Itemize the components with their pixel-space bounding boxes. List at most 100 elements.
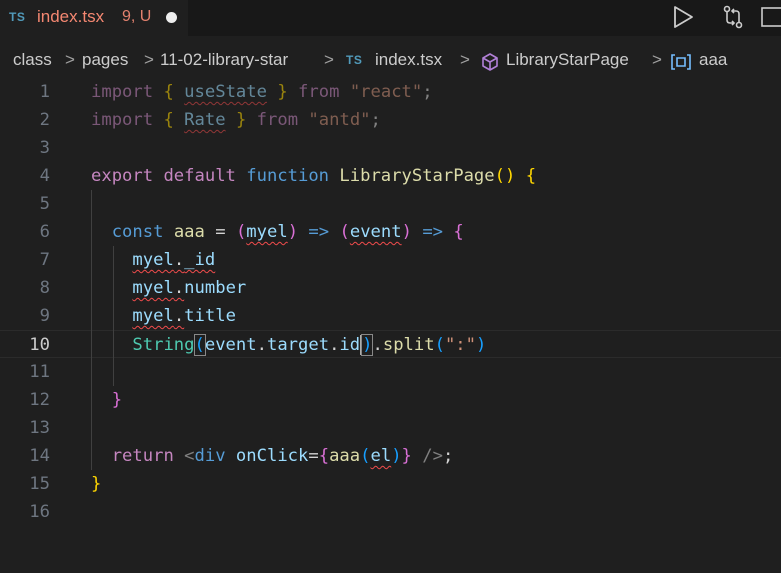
code-token: id	[339, 335, 361, 355]
code-line[interactable]: 14 return <div onClick={aaa(el)} />;	[0, 442, 781, 470]
code-line[interactable]: 3	[0, 134, 781, 162]
code-token: }	[235, 110, 247, 130]
code-token: (	[193, 334, 206, 356]
line-number[interactable]: 13	[0, 414, 50, 442]
code-token: split	[382, 335, 435, 355]
code-line[interactable]: 10 String(event.target.id).split(":")	[0, 330, 781, 358]
run-button[interactable]	[670, 4, 696, 30]
breadcrumb-separator: >	[65, 50, 75, 69]
breadcrumb-item-function[interactable]: LibraryStarPage	[506, 50, 629, 70]
breadcrumb-item-file[interactable]: index.tsx	[375, 50, 442, 70]
line-number[interactable]: 10	[0, 331, 50, 359]
code-token: {	[163, 82, 174, 102]
code-text[interactable]: const aaa = (myel) => (event) => {	[91, 218, 464, 246]
line-number[interactable]: 11	[0, 358, 50, 386]
line-number[interactable]: 1	[0, 78, 50, 106]
code-token: event	[204, 335, 257, 355]
code-token: event	[349, 222, 402, 242]
code-line[interactable]: 9 myel.title	[0, 302, 781, 330]
line-number[interactable]: 2	[0, 106, 50, 134]
code-line[interactable]: 8 myel.number	[0, 274, 781, 302]
line-number[interactable]: 7	[0, 246, 50, 274]
code-token: aaa	[173, 222, 205, 242]
code-line[interactable]: 6 const aaa = (myel) => (event) => {	[0, 218, 781, 246]
typescript-file-icon: TS	[9, 10, 26, 24]
code-token: }	[401, 446, 412, 466]
code-token: =	[308, 446, 319, 466]
code-token: return	[111, 446, 174, 466]
code-line[interactable]: 11	[0, 358, 781, 386]
code-text[interactable]: }	[91, 386, 122, 414]
code-text[interactable]: import { Rate } from "antd";	[91, 106, 381, 134]
code-text[interactable]: String(event.target.id).split(":")	[91, 331, 486, 359]
breadcrumb-separator: >	[460, 50, 470, 69]
line-number[interactable]: 15	[0, 470, 50, 498]
line-number[interactable]: 5	[0, 190, 50, 218]
line-number[interactable]: 9	[0, 302, 50, 330]
code-token: ":"	[444, 335, 476, 355]
code-text[interactable]: export default function LibraryStarPage(…	[91, 162, 536, 190]
code-token: .	[256, 335, 267, 355]
code-line[interactable]: 1 import { useState } from "react";	[0, 78, 781, 106]
code-token: div	[194, 446, 226, 466]
indent-guide	[113, 246, 114, 386]
breadcrumb-separator: >	[324, 50, 334, 69]
breadcrumb-item-pages[interactable]: pages	[82, 50, 128, 70]
code-line[interactable]: 15}	[0, 470, 781, 498]
code-token: from	[298, 82, 340, 102]
code-token: ;	[422, 82, 433, 102]
code-editor[interactable]: 1 import { useState } from "react"; 2 impor…	[0, 78, 781, 573]
more-actions-button[interactable]	[760, 4, 781, 30]
code-token: .	[173, 306, 185, 326]
code-token: (	[339, 222, 350, 242]
tab-bar: TS index.tsx 9, U	[0, 0, 781, 36]
code-line[interactable]: 5	[0, 190, 781, 218]
code-token: import	[91, 82, 154, 102]
code-token: myel	[246, 222, 288, 242]
unsaved-dot-icon[interactable]	[166, 12, 177, 23]
code-line[interactable]: 2 import { Rate } from "antd";	[0, 106, 781, 134]
breadcrumb-item-variable[interactable]: aaa	[699, 50, 727, 70]
code-line[interactable]: 7 myel._id	[0, 246, 781, 274]
symbol-variable-icon	[670, 53, 692, 76]
code-text[interactable]: }	[91, 470, 101, 498]
play-icon	[674, 6, 693, 28]
code-text[interactable]: myel._id	[91, 246, 215, 274]
open-changes-button[interactable]	[720, 4, 746, 30]
code-line[interactable]: 12 }	[0, 386, 781, 414]
editor-tab-index-tsx[interactable]: TS index.tsx 9, U	[0, 0, 188, 36]
compare-changes-icon	[723, 5, 743, 29]
code-line[interactable]: 4 export default function LibraryStarPage…	[0, 162, 781, 190]
code-text[interactable]: myel.number	[91, 274, 246, 302]
code-token: import	[91, 110, 154, 130]
code-text[interactable]: import { useState } from "react";	[91, 78, 433, 106]
line-number[interactable]: 14	[0, 442, 50, 470]
line-number[interactable]: 6	[0, 218, 50, 246]
line-number[interactable]: 12	[0, 386, 50, 414]
code-token: _id	[184, 250, 216, 270]
line-number[interactable]: 3	[0, 134, 50, 162]
line-number[interactable]: 16	[0, 498, 50, 526]
breadcrumb-item-class[interactable]: class	[13, 50, 52, 70]
code-line[interactable]: 13	[0, 414, 781, 442]
code-text[interactable]: return <div onClick={aaa(el)} />;	[91, 442, 454, 470]
code-token: String	[132, 335, 195, 355]
code-token: myel	[132, 278, 174, 298]
line-number[interactable]: 4	[0, 162, 50, 190]
code-line[interactable]: 16	[0, 498, 781, 526]
breadcrumb-item-folder[interactable]: 11-02-library-star	[160, 50, 288, 70]
tab-filename: index.tsx	[37, 7, 105, 26]
line-number[interactable]: 8	[0, 274, 50, 302]
